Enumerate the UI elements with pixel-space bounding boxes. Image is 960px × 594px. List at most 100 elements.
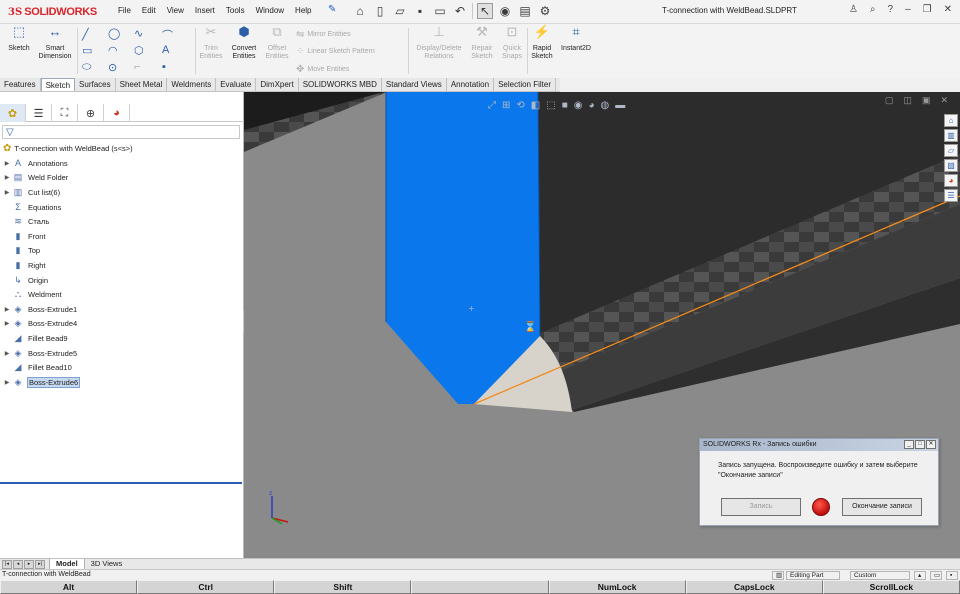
display-manager-tab-icon[interactable]: ◕: [104, 104, 130, 122]
traffic-light-icon[interactable]: ◉: [497, 3, 513, 19]
viewport-tile-icon[interactable]: ▣: [922, 95, 931, 106]
custom-properties-icon[interactable]: ☰: [944, 189, 958, 202]
tab-model[interactable]: Model: [49, 559, 85, 569]
rapid-sketch-button[interactable]: ⚡ Rapid Sketch: [528, 25, 556, 61]
solidworks-logo[interactable]: 3S SOLIDWORKS: [8, 5, 97, 19]
help-icon[interactable]: ?: [888, 4, 894, 15]
tree-item[interactable]: ≋ Сталь: [0, 214, 242, 229]
spline-icon[interactable]: ∿: [134, 27, 143, 40]
feature-manager-tab-icon[interactable]: ✿: [0, 104, 26, 122]
quick-snaps-button[interactable]: ⊡ Quick Snaps: [498, 25, 526, 61]
view-settings-icon[interactable]: ▬: [615, 100, 625, 111]
tree-item[interactable]: ◢ Fillet Bead9: [0, 331, 242, 346]
tab-3d-views[interactable]: 3D Views: [85, 559, 129, 569]
feature-tree-root[interactable]: ✿ T-connection with WeldBead (s<s>): [3, 143, 133, 154]
search-icon[interactable]: ⌕: [870, 4, 876, 15]
dialog-title-bar[interactable]: SOLIDWORKS Rx - Запись ошибки _ □ ✕: [700, 439, 938, 451]
section-view-icon[interactable]: ◧: [531, 100, 540, 111]
expand-arrow-icon[interactable]: ▶: [2, 174, 12, 181]
open-folder-icon[interactable]: ▱: [392, 3, 408, 19]
menu-insert[interactable]: Insert: [195, 6, 215, 15]
tab-features[interactable]: Features: [0, 78, 41, 91]
tree-item[interactable]: ▮ Front: [0, 229, 242, 244]
menu-edit[interactable]: Edit: [142, 6, 156, 15]
view-orientation-icon[interactable]: ⬚: [546, 100, 555, 111]
rollback-bar[interactable]: [0, 482, 242, 484]
tab-evaluate[interactable]: Evaluate: [216, 78, 257, 91]
plane-sketch-icon[interactable]: ▪: [162, 61, 166, 73]
home-icon[interactable]: ⌂: [352, 3, 368, 19]
menu-file[interactable]: File: [118, 6, 131, 15]
convert-entities-button[interactable]: ⬢ Convert Entities: [228, 25, 260, 61]
arc-icon[interactable]: ◠: [108, 44, 118, 57]
dialog-maximize-icon[interactable]: □: [915, 440, 925, 449]
dialog-close-icon[interactable]: ✕: [926, 440, 936, 449]
apply-scene-icon[interactable]: ◍: [601, 100, 610, 111]
dimxpert-manager-tab-icon[interactable]: ⊕: [78, 104, 104, 122]
hide-show-icon[interactable]: ◉: [574, 100, 583, 111]
graphics-area[interactable]: + z ⤢ ⊞ ⟲ ◧ ⬚ ■ ◉ ◕ ◍ ▬ ▢ ◫ ▣ ✕ ⌂ ▥ ▱ ▧ …: [244, 92, 960, 558]
last-tab-icon[interactable]: ▸|: [35, 559, 45, 569]
select-cursor-icon[interactable]: ↖: [477, 3, 493, 19]
tree-item[interactable]: ↳ Origin: [0, 273, 242, 288]
next-tab-icon[interactable]: ▸: [24, 559, 34, 569]
tree-item[interactable]: ▶ ◈ Boss-Extrude5: [0, 346, 242, 361]
edit-appearance-icon[interactable]: ◕: [588, 100, 594, 111]
configuration-manager-tab-icon[interactable]: ⛶: [52, 104, 78, 122]
tree-item[interactable]: ▮ Top: [0, 244, 242, 259]
tree-item[interactable]: ⛬ Weldment: [0, 287, 242, 302]
file-properties-icon[interactable]: ▤: [517, 3, 533, 19]
tab-annotation[interactable]: Annotation: [447, 78, 495, 91]
expand-arrow-icon[interactable]: ▶: [2, 160, 12, 167]
rectangle-icon[interactable]: ▭: [82, 44, 92, 57]
tree-item[interactable]: ▶ ◈ Boss-Extrude1: [0, 302, 242, 317]
point-icon[interactable]: ⊙: [108, 61, 117, 74]
expand-arrow-icon[interactable]: ▶: [2, 350, 12, 357]
display-style-icon[interactable]: ■: [562, 100, 568, 111]
slot-icon[interactable]: ⬭: [82, 61, 91, 74]
tree-item[interactable]: ▶ ▥ Cut list(6): [0, 185, 242, 200]
previous-view-icon[interactable]: ⟲: [516, 100, 524, 111]
tab-solidworks-mbd[interactable]: SOLIDWORKS MBD: [299, 78, 382, 91]
tab-sketch[interactable]: Sketch: [40, 78, 76, 91]
solidworks-resources-icon[interactable]: ⌂: [944, 114, 958, 127]
line-icon[interactable]: ╱: [82, 28, 89, 41]
sketch-button[interactable]: ⬚ Sketch: [6, 25, 32, 53]
minimize-icon[interactable]: –: [905, 4, 911, 15]
linear-sketch-pattern-button[interactable]: ⁘ Linear Sketch Pattern: [296, 46, 375, 57]
tab-dimxpert[interactable]: DimXpert: [256, 78, 299, 91]
instant2d-button[interactable]: ⌗ Instant2D: [558, 25, 594, 53]
tree-item[interactable]: ▶ ◈ Boss-Extrude6: [0, 375, 242, 390]
feature-tree-filter[interactable]: ▽: [2, 125, 240, 139]
circle-icon[interactable]: ◯: [108, 27, 120, 40]
status-options-icon[interactable]: ▴: [914, 571, 926, 580]
user-icon[interactable]: ♙: [849, 4, 858, 15]
menu-help[interactable]: Help: [295, 6, 311, 15]
stop-recording-button[interactable]: Окончание записи: [842, 498, 922, 516]
trim-entities-button[interactable]: ✂ Trim Entities: [198, 25, 224, 61]
menu-window[interactable]: Window: [256, 6, 284, 15]
quick-tips-icon[interactable]: ▭: [930, 571, 942, 580]
property-manager-tab-icon[interactable]: ☰: [26, 104, 52, 122]
menu-tools[interactable]: Tools: [226, 6, 245, 15]
viewport-close-icon[interactable]: ✕: [940, 95, 948, 106]
appearances-icon[interactable]: ◕: [944, 174, 958, 187]
expand-arrow-icon[interactable]: ▶: [2, 189, 12, 196]
pin-icon[interactable]: ✎: [328, 4, 336, 15]
move-entities-button[interactable]: ✥ Move Entities: [296, 64, 349, 75]
unit-system-dropdown[interactable]: Custom: [850, 571, 910, 580]
close-icon[interactable]: ✕: [944, 4, 952, 15]
polygon-icon[interactable]: ⬡: [134, 44, 144, 57]
file-explorer-icon[interactable]: ▱: [944, 144, 958, 157]
record-button[interactable]: Запись: [721, 498, 801, 516]
first-tab-icon[interactable]: |◂: [2, 559, 12, 569]
tab-selection-filter[interactable]: Selection Filter: [494, 78, 556, 91]
design-library-icon[interactable]: ▥: [944, 129, 958, 142]
repair-sketch-button[interactable]: ⚒ Repair Sketch: [468, 25, 496, 61]
expand-arrow-icon[interactable]: ▶: [2, 379, 12, 386]
zoom-area-icon[interactable]: ⊞: [502, 100, 510, 111]
zoom-to-fit-icon[interactable]: ⤢: [488, 100, 496, 111]
tab-weldments[interactable]: Weldments: [167, 78, 217, 91]
prev-tab-icon[interactable]: ◂: [13, 559, 23, 569]
smart-dimension-button[interactable]: ↔ Smart Dimension: [36, 25, 74, 61]
